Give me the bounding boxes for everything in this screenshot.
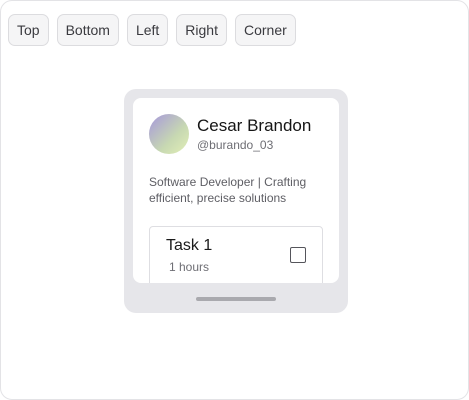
preview-frame: Top Bottom Left Right Corner Cesar Brand… <box>0 0 469 400</box>
avatar <box>149 114 189 154</box>
top-button[interactable]: Top <box>8 14 49 46</box>
right-button[interactable]: Right <box>176 14 227 46</box>
home-indicator <box>196 297 276 301</box>
device-mockup: Cesar Brandon @burando_03 Software Devel… <box>124 89 348 313</box>
task-title: Task 1 <box>166 237 213 254</box>
task-card[interactable]: Task 1 1 hours <box>149 226 323 283</box>
corner-button[interactable]: Corner <box>234 14 296 46</box>
position-toolbar: Top Bottom Left Right Corner <box>8 14 296 46</box>
task-duration: 1 hours <box>169 260 210 274</box>
profile-handle: @burando_03 <box>197 138 274 152</box>
left-button[interactable]: Left <box>126 14 169 46</box>
task-checkbox[interactable] <box>290 247 306 263</box>
profile-name: Cesar Brandon <box>197 116 312 135</box>
device-screen[interactable]: Cesar Brandon @burando_03 Software Devel… <box>133 98 339 283</box>
bottom-button[interactable]: Bottom <box>56 14 119 46</box>
profile-bio: Software Developer | Crafting efficient,… <box>149 175 307 205</box>
